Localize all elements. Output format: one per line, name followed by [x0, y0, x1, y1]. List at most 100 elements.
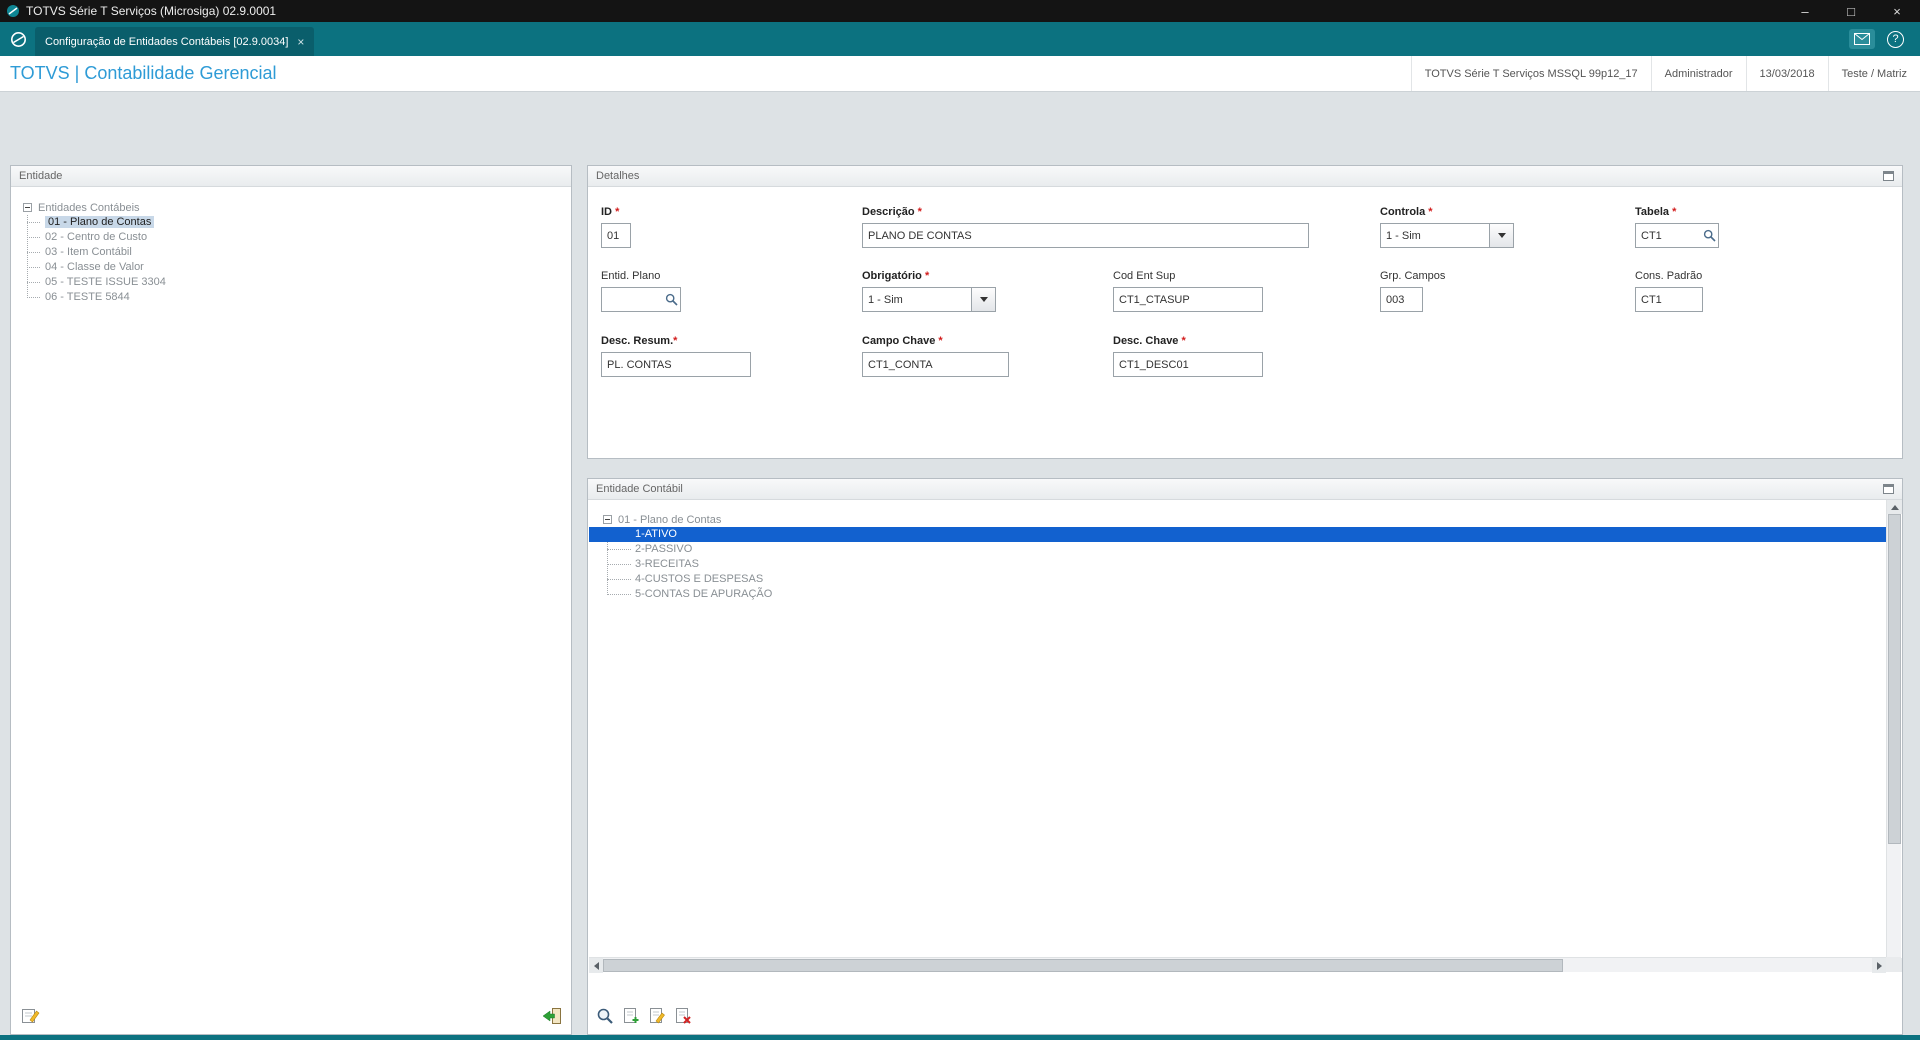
zoom-icon[interactable]	[593, 1005, 617, 1027]
grp-campos-input[interactable]	[1380, 287, 1423, 312]
exit-icon[interactable]	[539, 1005, 563, 1027]
tree-item-classe-de-valor[interactable]: 04 - Classe de Valor	[27, 260, 571, 275]
field-obrigatorio: Obrigatório *	[862, 270, 996, 312]
close-button[interactable]: ×	[1874, 0, 1920, 22]
tree-item-custos-despesas[interactable]: 4-CUSTOS E DESPESAS	[589, 572, 1886, 587]
controla-select[interactable]	[1380, 223, 1514, 248]
edit-item-icon[interactable]	[645, 1005, 669, 1027]
maximize-panel-icon[interactable]	[1883, 484, 1894, 494]
entid-plano-label: Entid. Plano	[601, 270, 661, 282]
help-icon[interactable]: ?	[1887, 30, 1904, 48]
tree-item-receitas[interactable]: 3-RECEITAS	[589, 557, 1886, 572]
tree-item-teste-issue[interactable]: 05 - TESTE ISSUE 3304	[27, 275, 571, 290]
required-marker: *	[924, 270, 930, 282]
search-icon[interactable]	[1703, 229, 1716, 242]
totvs-logo-icon	[10, 31, 27, 48]
tree-item-contas-apuracao[interactable]: 5-CONTAS DE APURAÇÃO	[589, 587, 1886, 602]
environment-info: TOTVS Série T Serviços MSSQL 99p12_17	[1410, 56, 1651, 91]
field-cons-padrao: Cons. Padrão	[1635, 270, 1703, 312]
desc-chave-input[interactable]	[1113, 352, 1263, 377]
grp-campos-label: Grp. Campos	[1380, 270, 1446, 282]
tree-item-passivo[interactable]: 2-PASSIVO	[589, 542, 1886, 557]
tabbar-actions: ?	[1849, 29, 1920, 56]
obrigatorio-value[interactable]	[862, 287, 972, 312]
required-marker: *	[938, 335, 943, 347]
entity-tree-root[interactable]: Entidades Contábeis	[23, 200, 571, 215]
tabela-label: Tabela	[1635, 206, 1670, 218]
cons-padrao-input[interactable]	[1635, 287, 1703, 312]
tabbar: Configuração de Entidades Contábeis [02.…	[0, 22, 1920, 56]
contabil-tree-root[interactable]: 01 - Plano de Contas	[589, 512, 1886, 527]
contabil-panel: Entidade Contábil 01 - Plano de Contas 1…	[587, 478, 1903, 1035]
desc-resum-input[interactable]	[601, 352, 751, 377]
mail-icon[interactable]	[1849, 29, 1875, 49]
field-id: ID *	[601, 206, 631, 248]
id-input[interactable]	[601, 223, 631, 248]
contabil-panel-header: Entidade Contábil	[588, 479, 1902, 500]
required-marker: *	[615, 206, 620, 218]
field-controla: Controla *	[1380, 206, 1514, 248]
header: TOTVS | Contabilidade Gerencial TOTVS Sé…	[0, 56, 1920, 92]
company-branch-info: Teste / Matriz	[1827, 56, 1920, 91]
tree-item-teste-5844[interactable]: 06 - TESTE 5844	[27, 290, 571, 305]
cod-ent-sup-input[interactable]	[1113, 287, 1263, 312]
window-controls: – □ ×	[1782, 0, 1920, 22]
field-grp-campos: Grp. Campos	[1380, 270, 1445, 312]
edit-entity-icon[interactable]	[19, 1005, 43, 1027]
user-info: Administrador	[1650, 56, 1746, 91]
collapse-icon[interactable]	[23, 203, 32, 212]
chevron-down-icon[interactable]	[972, 287, 996, 312]
entity-panel: Entidade Entidades Contábeis 01 - Plano …	[10, 165, 572, 1035]
tree-item-item-contabil[interactable]: 03 - Item Contábil	[27, 245, 571, 260]
controla-label: Controla	[1380, 206, 1426, 218]
required-marker: *	[917, 206, 922, 218]
obrigatorio-label: Obrigatório	[862, 270, 922, 282]
details-panel-title: Detalhes	[596, 170, 640, 182]
collapse-icon[interactable]	[603, 515, 612, 524]
totvs-app-icon	[6, 4, 20, 18]
field-descricao: Descrição *	[862, 206, 1309, 248]
search-icon[interactable]	[665, 293, 678, 306]
scroll-up-icon[interactable]	[1887, 500, 1902, 514]
chevron-down-icon[interactable]	[1490, 223, 1514, 248]
details-panel-header: Detalhes	[588, 166, 1902, 187]
vertical-scrollbar-thumb[interactable]	[1888, 514, 1901, 844]
horizontal-scrollbar[interactable]	[589, 957, 1886, 973]
required-marker: *	[1181, 335, 1186, 347]
details-panel: Detalhes ID * Descrição * Controla * Tab…	[587, 165, 1903, 459]
contabil-tree-root-label: 01 - Plano de Contas	[618, 513, 722, 526]
descricao-input[interactable]	[862, 223, 1309, 248]
entity-tree-children: 01 - Plano de Contas 02 - Centro de Cust…	[27, 215, 571, 305]
tree-item-ativo[interactable]: 1-ATIVO	[589, 527, 1886, 542]
maximize-button[interactable]: □	[1828, 0, 1874, 22]
vertical-scrollbar[interactable]	[1886, 500, 1902, 972]
horizontal-scrollbar-thumb[interactable]	[603, 959, 1563, 972]
titlebar: TOTVS Série T Serviços (Microsiga) 02.9.…	[0, 0, 1920, 22]
desc-chave-label: Desc. Chave	[1113, 335, 1179, 347]
minimize-button[interactable]: –	[1782, 0, 1828, 22]
required-marker: *	[673, 335, 678, 347]
footer-accent-strip	[0, 1035, 1920, 1040]
obrigatorio-select[interactable]	[862, 287, 996, 312]
id-label: ID	[601, 206, 612, 218]
maximize-panel-icon[interactable]	[1883, 171, 1894, 181]
contabil-panel-title: Entidade Contábil	[596, 483, 683, 495]
add-item-icon[interactable]	[619, 1005, 643, 1027]
scroll-right-icon[interactable]	[1872, 958, 1886, 973]
tab-configuracao-entidades[interactable]: Configuração de Entidades Contábeis [02.…	[35, 27, 315, 56]
campo-chave-input[interactable]	[862, 352, 1009, 377]
cod-ent-sup-label: Cod Ent Sup	[1113, 270, 1176, 282]
entity-panel-title: Entidade	[19, 170, 63, 182]
tree-item-plano-de-contas[interactable]: 01 - Plano de Contas	[27, 215, 571, 230]
tree-item-centro-de-custo[interactable]: 02 - Centro de Custo	[27, 230, 571, 245]
scroll-left-icon[interactable]	[589, 958, 603, 973]
tab-close-icon[interactable]: ×	[297, 35, 304, 49]
entity-tree: Entidades Contábeis 01 - Plano de Contas…	[11, 187, 571, 305]
field-campo-chave: Campo Chave *	[862, 335, 1009, 377]
app-window: TOTVS Série T Serviços (Microsiga) 02.9.…	[0, 0, 1920, 1040]
contabil-toolbar	[593, 1003, 695, 1029]
delete-item-icon[interactable]	[671, 1005, 695, 1027]
descricao-label: Descrição	[862, 206, 915, 218]
controla-value[interactable]	[1380, 223, 1490, 248]
field-desc-chave: Desc. Chave *	[1113, 335, 1263, 377]
